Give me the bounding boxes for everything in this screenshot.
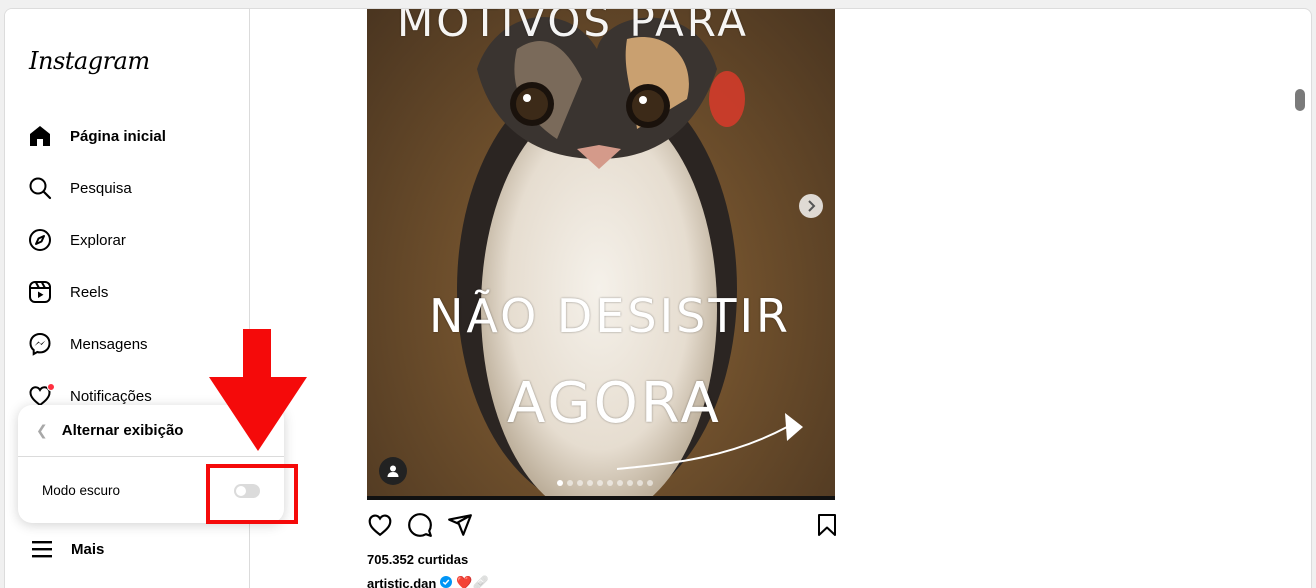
sidebar-item-label: Reels xyxy=(70,283,109,301)
sidebar-item-more[interactable]: Mais xyxy=(29,536,104,562)
user-icon xyxy=(387,465,399,477)
browser-window: Instagram Página inicial Pesquisa Explor… xyxy=(4,8,1312,588)
image-text-middle: NÃO DESISTIR xyxy=(429,289,791,343)
post-actions xyxy=(367,512,836,542)
sidebar-item-label: Página inicial xyxy=(70,127,166,145)
back-chevron-icon[interactable]: ❮ xyxy=(36,422,48,439)
home-icon xyxy=(27,123,53,149)
messenger-icon xyxy=(27,331,53,357)
sidebar-item-label: Pesquisa xyxy=(70,179,132,197)
annotation-down-arrow-icon xyxy=(209,329,307,460)
annotation-highlight-box xyxy=(206,464,298,524)
sidebar-item-label: Explorar xyxy=(70,231,126,249)
sidebar-item-label: Notificações xyxy=(70,387,152,405)
carousel-dot xyxy=(557,480,563,486)
scrollbar-thumb[interactable] xyxy=(1295,89,1305,111)
sidebar-item-home[interactable]: Página inicial xyxy=(27,119,166,153)
post-caption: artistic.dan ❤️🩹 xyxy=(367,575,489,588)
dark-mode-label: Modo escuro xyxy=(42,482,121,498)
reels-icon xyxy=(27,279,53,305)
carousel-dot xyxy=(577,480,583,486)
carousel-dot xyxy=(587,480,593,486)
verified-badge-icon xyxy=(440,575,453,588)
instagram-logo[interactable]: Instagram xyxy=(29,47,150,75)
likes-count[interactable]: 705.352 curtidas xyxy=(367,552,468,567)
sidebar-item-reels[interactable]: Reels xyxy=(27,275,108,309)
popover-title: Alternar exibição xyxy=(61,422,184,439)
carousel-dot xyxy=(627,480,633,486)
sidebar-item-label: Mensagens xyxy=(70,335,148,353)
carousel-dot xyxy=(637,480,643,486)
like-heart-icon[interactable] xyxy=(367,512,393,538)
sidebar-item-label: Mais xyxy=(71,540,105,558)
post-author[interactable]: artistic.dan xyxy=(367,576,436,588)
comment-icon[interactable] xyxy=(407,512,433,538)
caption-emoji: ❤️🩹 xyxy=(456,575,489,588)
notification-dot xyxy=(47,383,55,391)
sidebar-item-messages[interactable]: Mensagens xyxy=(27,327,148,361)
carousel-dot xyxy=(647,480,653,486)
carousel-indicator xyxy=(557,480,653,486)
carousel-dot xyxy=(567,480,573,486)
carousel-next-button[interactable] xyxy=(799,194,823,218)
carousel-dot xyxy=(597,480,603,486)
tagged-users-button[interactable] xyxy=(379,457,407,485)
share-icon[interactable] xyxy=(447,512,473,538)
menu-icon xyxy=(29,536,55,562)
sidebar-item-explore[interactable]: Explorar xyxy=(27,223,126,257)
chevron-right-icon xyxy=(808,200,816,212)
carousel-dot xyxy=(617,480,623,486)
post-divider xyxy=(367,496,835,500)
post-image[interactable]: MOTIVOS PARA NÃO DESISTIR AGORA xyxy=(367,9,835,497)
sidebar-item-search[interactable]: Pesquisa xyxy=(27,171,132,205)
image-text-top: MOTIVOS PARA xyxy=(397,9,749,46)
carousel-dot xyxy=(607,480,613,486)
search-icon xyxy=(27,175,53,201)
image-text-bottom: AGORA xyxy=(507,371,722,436)
bookmark-icon[interactable] xyxy=(815,512,841,538)
compass-icon xyxy=(27,227,53,253)
